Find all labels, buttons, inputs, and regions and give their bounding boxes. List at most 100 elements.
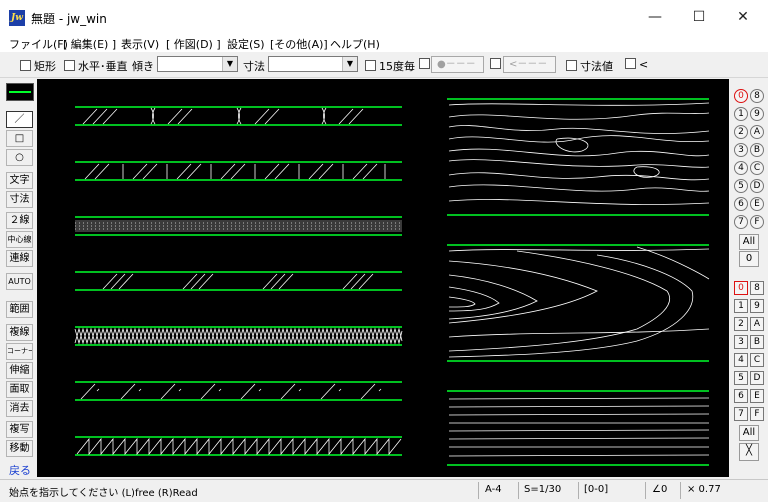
group-1[interactable]: 1	[734, 299, 748, 313]
status-divider	[478, 482, 479, 499]
maximize-button[interactable]: ☐	[676, 0, 722, 34]
dim-dropdown-icon[interactable]: ▼	[342, 57, 357, 71]
menu-edit[interactable]: [ 編集(E) ]	[63, 36, 116, 52]
layer-f[interactable]: F	[750, 215, 764, 229]
hv-checkbox[interactable]: 水平･垂直	[64, 58, 128, 74]
layer-8[interactable]: 8	[750, 89, 764, 103]
layer-6[interactable]: 6	[734, 197, 748, 211]
group-6[interactable]: 6	[734, 389, 748, 403]
tilt-combo[interactable]: ▼	[157, 56, 238, 72]
tool-copy[interactable]: 複写	[6, 421, 33, 438]
status-divider	[680, 482, 681, 499]
layer-4[interactable]: 4	[734, 161, 748, 175]
tool-auto[interactable]: AUTO	[6, 273, 33, 290]
layer-cross-button[interactable]: ╳	[739, 443, 759, 461]
rect-checkbox[interactable]: 矩形	[20, 58, 56, 74]
dim-value-checkbox[interactable]: 寸法値	[566, 58, 613, 74]
group-c[interactable]: C	[750, 353, 764, 367]
arrow-checkbox-box[interactable]	[490, 58, 501, 69]
less-checkbox[interactable]: <	[625, 58, 648, 71]
drawing-svg	[74, 98, 710, 466]
wood-grain-pattern-1	[447, 98, 710, 216]
tool-text[interactable]: 文字	[6, 172, 33, 189]
dim-combo[interactable]: ▼	[268, 56, 358, 72]
deg15-checkbox-box[interactable]	[365, 60, 376, 71]
arrow-checkbox[interactable]	[490, 58, 504, 71]
tool-center-line[interactable]: 中心線	[6, 231, 33, 248]
tool-offset[interactable]: 複線	[6, 324, 33, 341]
status-bar: 始点を指示してください (L)free (R)Read A-4 S=1/30 […	[0, 479, 768, 502]
layer-e[interactable]: E	[750, 197, 764, 211]
tool-stretch[interactable]: 伸縮	[6, 362, 33, 379]
tool-rect[interactable]: □	[6, 130, 33, 147]
close-button[interactable]: ✕	[720, 0, 766, 34]
dim-value-checkbox-box[interactable]	[566, 60, 577, 71]
group-4[interactable]: 4	[734, 353, 748, 367]
group-all-button[interactable]: All	[739, 425, 759, 441]
group-e[interactable]: E	[750, 389, 764, 403]
less-checkbox-box[interactable]	[625, 58, 636, 69]
title-bar: Jw 無題 - jw_win — ☐ ✕	[0, 0, 768, 34]
paper-size[interactable]: A-4	[485, 484, 502, 495]
menu-view[interactable]: 表示(V)	[121, 36, 159, 52]
layer-a[interactable]: A	[750, 125, 764, 139]
layer-2[interactable]: 2	[734, 125, 748, 139]
hatch-pattern-4	[75, 271, 402, 291]
layer-group-zero[interactable]: 0	[739, 251, 759, 267]
hatch-pattern-5	[74, 326, 403, 346]
layer-0[interactable]: 0	[734, 89, 748, 103]
scale-indicator[interactable]: S=1/30	[524, 484, 561, 495]
group-3[interactable]: 3	[734, 335, 748, 349]
tool-range[interactable]: 範囲	[6, 301, 33, 318]
rect-checkbox-box[interactable]	[20, 60, 31, 71]
layer-b[interactable]: B	[750, 143, 764, 157]
group-2[interactable]: 2	[734, 317, 748, 331]
group-5[interactable]: 5	[734, 371, 748, 385]
group-9[interactable]: 9	[750, 299, 764, 313]
arrow-style-button[interactable]: <－－－	[503, 56, 556, 73]
zoom-indicator[interactable]: × 0.77	[687, 484, 721, 495]
deg15-checkbox[interactable]: 15度毎	[365, 58, 415, 74]
layer-indicator[interactable]: [0-0]	[584, 484, 608, 495]
menu-draw[interactable]: [ 作図(D) ]	[166, 36, 221, 52]
group-7[interactable]: 7	[734, 407, 748, 421]
group-0[interactable]: 0	[734, 281, 748, 295]
tool-return[interactable]: 戻る	[9, 462, 31, 478]
tool-move[interactable]: 移動	[6, 440, 33, 457]
layer-d[interactable]: D	[750, 179, 764, 193]
jw-app-icon[interactable]: Jw	[9, 10, 25, 26]
menu-file[interactable]: ファイル(F)	[9, 36, 68, 52]
hv-checkbox-box[interactable]	[64, 60, 75, 71]
dot-checkbox-box[interactable]	[419, 58, 430, 69]
group-a[interactable]: A	[750, 317, 764, 331]
layer-all-button[interactable]: All	[739, 234, 759, 250]
minimize-button[interactable]: —	[632, 0, 678, 34]
tool-circle[interactable]: ○	[6, 149, 33, 166]
layer-c[interactable]: C	[750, 161, 764, 175]
window-title: 無題 - jw_win	[31, 12, 107, 26]
tool-chamfer[interactable]: 面取	[6, 381, 33, 398]
group-d[interactable]: D	[750, 371, 764, 385]
tilt-dropdown-icon[interactable]: ▼	[222, 57, 237, 71]
layer-1[interactable]: 1	[734, 107, 748, 121]
group-b[interactable]: B	[750, 335, 764, 349]
line-style-swatch[interactable]	[6, 83, 34, 101]
group-f[interactable]: F	[750, 407, 764, 421]
layer-3[interactable]: 3	[734, 143, 748, 157]
layer-7[interactable]: 7	[734, 215, 748, 229]
group-8[interactable]: 8	[750, 281, 764, 295]
menu-other[interactable]: [その他(A)]	[270, 36, 328, 52]
tool-connect-line[interactable]: 連線	[6, 250, 33, 267]
drawing-canvas[interactable]	[37, 79, 729, 477]
tool-erase[interactable]: 消去	[6, 400, 33, 417]
tool-line[interactable]: ／	[6, 111, 33, 128]
layer-9[interactable]: 9	[750, 107, 764, 121]
menu-help[interactable]: ヘルプ(H)	[330, 36, 380, 52]
tool-dimension[interactable]: 寸法	[6, 191, 33, 208]
tool-double-line[interactable]: ２線	[6, 212, 33, 229]
menu-settings[interactable]: 設定(S)	[227, 36, 265, 52]
angle-indicator[interactable]: ∠0	[652, 484, 667, 495]
layer-5[interactable]: 5	[734, 179, 748, 193]
point-style-button[interactable]: ●－－－	[431, 56, 484, 73]
tool-corner[interactable]: コーナー	[6, 343, 33, 360]
